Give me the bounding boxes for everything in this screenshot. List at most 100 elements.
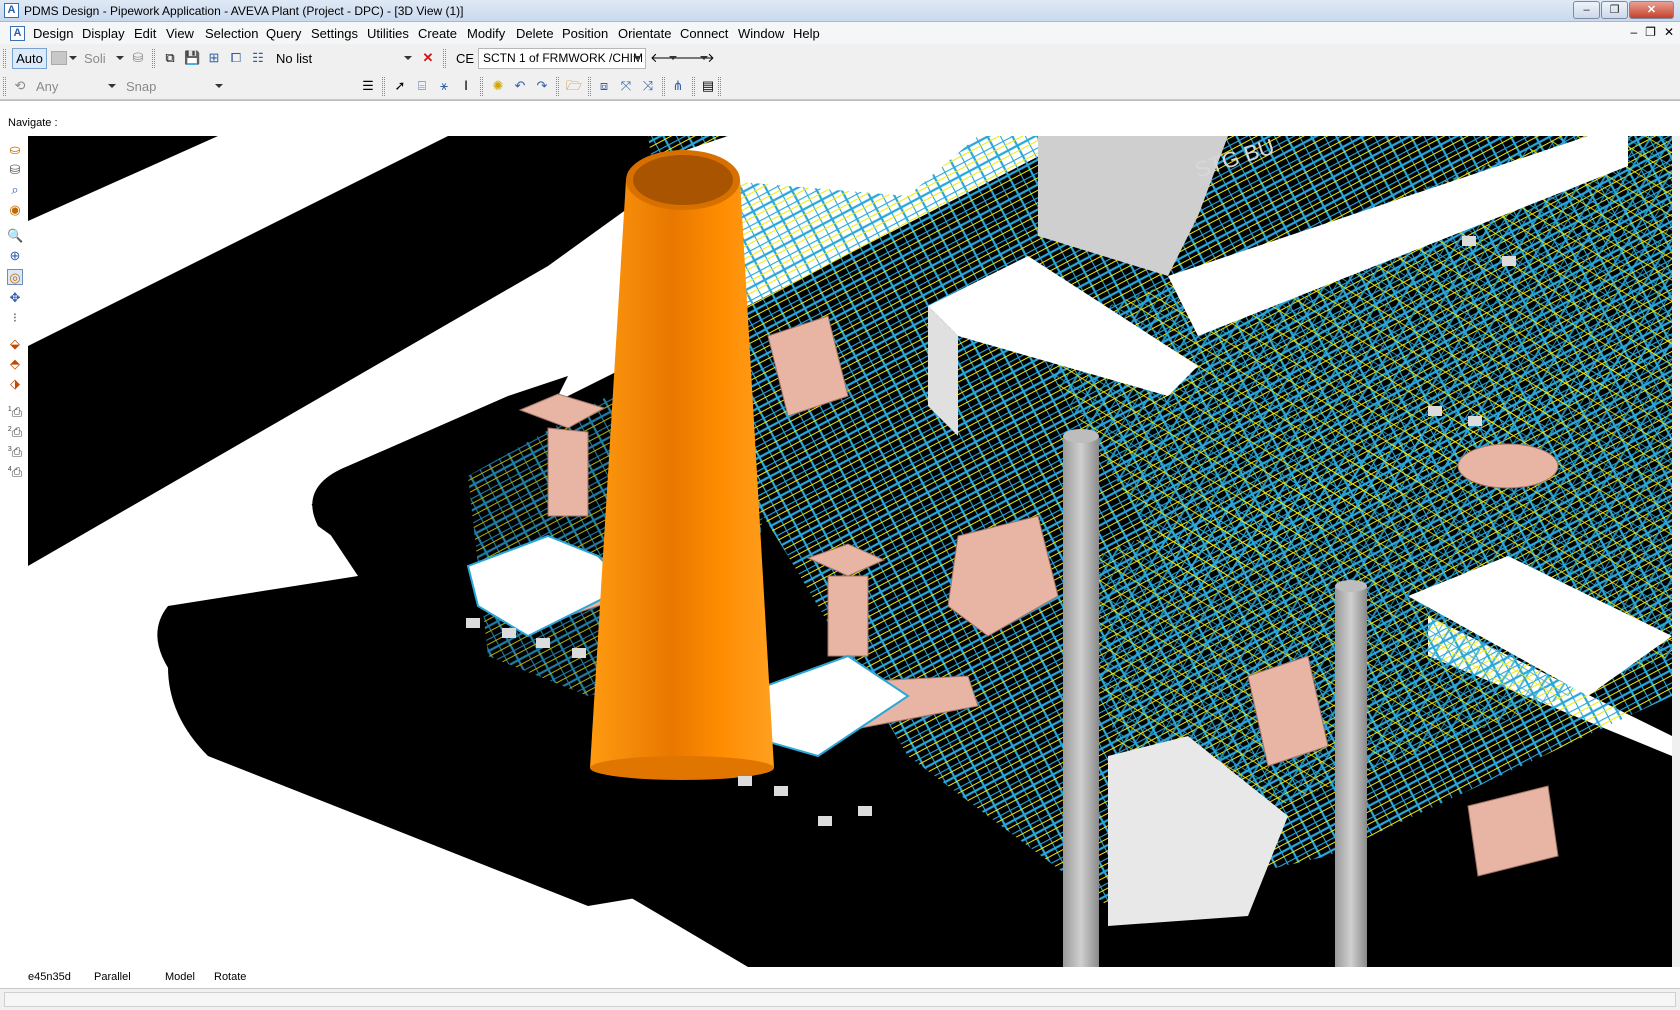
fill-style-label[interactable]: Soli xyxy=(84,51,106,66)
window-controls: – ❐ ✕ xyxy=(1572,1,1674,19)
toolbar-grip[interactable] xyxy=(480,77,483,96)
forward-arrow-icon[interactable]: 🡒 xyxy=(680,50,715,66)
colour-dropdown-arrow[interactable] xyxy=(69,56,77,60)
camera-1-icon[interactable]: 1⎙ xyxy=(7,402,23,419)
toolbar-grip[interactable] xyxy=(718,77,721,96)
list-icon[interactable]: ☷ xyxy=(250,50,266,66)
text-tool-icon[interactable]: Ⅰ xyxy=(458,78,474,94)
3d-viewport[interactable]: STG BU xyxy=(28,136,1672,967)
copy-icon[interactable]: ⧉ xyxy=(162,50,178,66)
ce-dropdown-arrow[interactable] xyxy=(633,56,641,60)
menu-orientate[interactable]: Orientate xyxy=(618,26,671,41)
fill-dropdown-arrow[interactable] xyxy=(116,56,124,60)
camera-4-icon[interactable]: 4⎙ xyxy=(7,462,23,479)
colour-swatch[interactable] xyxy=(51,51,67,65)
mdi-close-button[interactable]: ✕ xyxy=(1664,25,1674,39)
menu-settings[interactable]: Settings xyxy=(311,26,358,41)
highlight-icon[interactable]: ✺ xyxy=(490,78,506,94)
ce-label: CE xyxy=(456,51,475,66)
toolbar-grip[interactable] xyxy=(556,77,559,96)
navigate-label: Navigate : xyxy=(8,117,58,129)
forward-dropdown-arrow[interactable] xyxy=(700,56,708,60)
undo-icon[interactable]: ↶ xyxy=(512,78,528,94)
graphics-pick-icon[interactable]: ⌸ xyxy=(414,78,430,94)
open-folder-icon[interactable]: 🗁 xyxy=(566,78,582,94)
pick-filter-field[interactable]: Any xyxy=(36,79,58,94)
menu-create[interactable]: Create xyxy=(418,26,457,41)
menu-selection[interactable]: Selection xyxy=(205,26,258,41)
close-button[interactable]: ✕ xyxy=(1629,1,1674,19)
clip-box-icon[interactable]: ⧈ xyxy=(596,78,612,94)
window-icon[interactable]: ⧠ xyxy=(228,50,244,66)
menu-position[interactable]: Position xyxy=(562,26,608,41)
camera-digit: 4 xyxy=(7,466,12,473)
auto-button[interactable]: Auto xyxy=(12,48,47,69)
select-cursor-icon[interactable]: ➚ xyxy=(392,78,408,94)
toolbar-grip[interactable] xyxy=(152,49,155,68)
minimize-button[interactable]: – xyxy=(1573,1,1600,19)
menu-design[interactable]: Design xyxy=(33,26,73,41)
menu-query[interactable]: Query xyxy=(266,26,301,41)
menu-help[interactable]: Help xyxy=(793,26,820,41)
cross-section-icon[interactable]: ⤧ xyxy=(618,78,634,94)
toolbar-grip[interactable] xyxy=(443,49,446,68)
mouse-mode: Rotate xyxy=(214,971,247,983)
menu-delete[interactable]: Delete xyxy=(516,26,554,41)
grid-icon[interactable]: ☰ xyxy=(360,78,376,94)
camera-3-icon[interactable]: 3⎙ xyxy=(7,442,23,459)
current-element-field[interactable]: SCTN 1 of FRMWORK /CHIM xyxy=(478,48,646,69)
navigate-bar xyxy=(0,100,1680,136)
toolbar-grip[interactable] xyxy=(588,77,591,96)
restore-button[interactable]: ❐ xyxy=(1601,1,1628,19)
toolbar-grip[interactable] xyxy=(382,77,385,96)
menu-edit[interactable]: Edit xyxy=(134,26,156,41)
status-message-area xyxy=(4,992,1676,1007)
toolbar-grip[interactable] xyxy=(3,77,6,96)
zoom-in-icon[interactable]: 🔍 xyxy=(7,228,23,244)
move-icon[interactable]: ✥ xyxy=(7,290,23,306)
back-arrow-icon[interactable]: 🡐 xyxy=(650,50,685,66)
network-icon[interactable]: ⋔ xyxy=(670,78,686,94)
menu-window[interactable]: Window xyxy=(738,26,784,41)
camera-2-icon[interactable]: 2⎙ xyxy=(7,422,23,439)
save-as-icon[interactable]: ⊞ xyxy=(206,50,222,66)
mdi-minimize-button[interactable]: – xyxy=(1630,25,1637,39)
look-icon[interactable]: ⬘ xyxy=(7,356,23,372)
walk-icon[interactable]: ⛀ xyxy=(7,142,23,158)
report-icon[interactable]: ▤ xyxy=(700,78,716,94)
clear-list-icon[interactable]: ✕ xyxy=(420,50,436,66)
walkthrough-icon[interactable]: ⬗ xyxy=(7,376,23,392)
zoom-view-icon[interactable]: ⌕ xyxy=(7,182,23,198)
orbit-icon[interactable]: ◉ xyxy=(7,202,23,218)
exclude-icon[interactable]: ⤨ xyxy=(640,78,656,94)
mdi-restore-button[interactable]: ❐ xyxy=(1645,25,1656,39)
menu-modify[interactable]: Modify xyxy=(467,26,505,41)
save-icon[interactable]: 💾 xyxy=(184,50,200,66)
toolbar-grip[interactable] xyxy=(662,77,665,96)
snap-field[interactable]: Snap xyxy=(126,79,156,94)
list-dropdown-arrow[interactable] xyxy=(404,56,412,60)
rotate-icon[interactable]: ◎ xyxy=(7,269,23,285)
database-icon[interactable]: ⛁ xyxy=(130,50,146,66)
aid-icon[interactable]: ⚹ xyxy=(436,78,452,94)
plant-model-render[interactable]: STG BU xyxy=(28,136,1672,967)
model-mode: Model xyxy=(165,971,195,983)
menu-view[interactable]: View xyxy=(166,26,194,41)
toolbar-grip[interactable] xyxy=(692,77,695,96)
menu-display[interactable]: Display xyxy=(82,26,125,41)
redo-icon[interactable]: ↷ xyxy=(534,78,550,94)
limits-icon[interactable]: ⬙ xyxy=(7,336,23,352)
pan-view-icon[interactable]: ⛁ xyxy=(7,162,23,178)
zoom-area-icon[interactable]: ⊕ xyxy=(7,248,23,264)
menu-utilities[interactable]: Utilities xyxy=(367,26,409,41)
mdi-controls: – ❐ ✕ xyxy=(1630,25,1674,39)
pick-dropdown-arrow[interactable] xyxy=(108,84,116,88)
back-dropdown-arrow[interactable] xyxy=(669,56,677,60)
menu-connect[interactable]: Connect xyxy=(680,26,728,41)
pick-filter-icon[interactable]: ⟲ xyxy=(12,78,28,94)
snap-dropdown-arrow[interactable] xyxy=(215,84,223,88)
mdi-app-icon[interactable]: A xyxy=(10,26,25,41)
toolbar-grip[interactable] xyxy=(3,49,6,68)
point-icon[interactable]: ⁝ xyxy=(7,310,23,326)
list-selector[interactable]: No list xyxy=(276,51,312,66)
